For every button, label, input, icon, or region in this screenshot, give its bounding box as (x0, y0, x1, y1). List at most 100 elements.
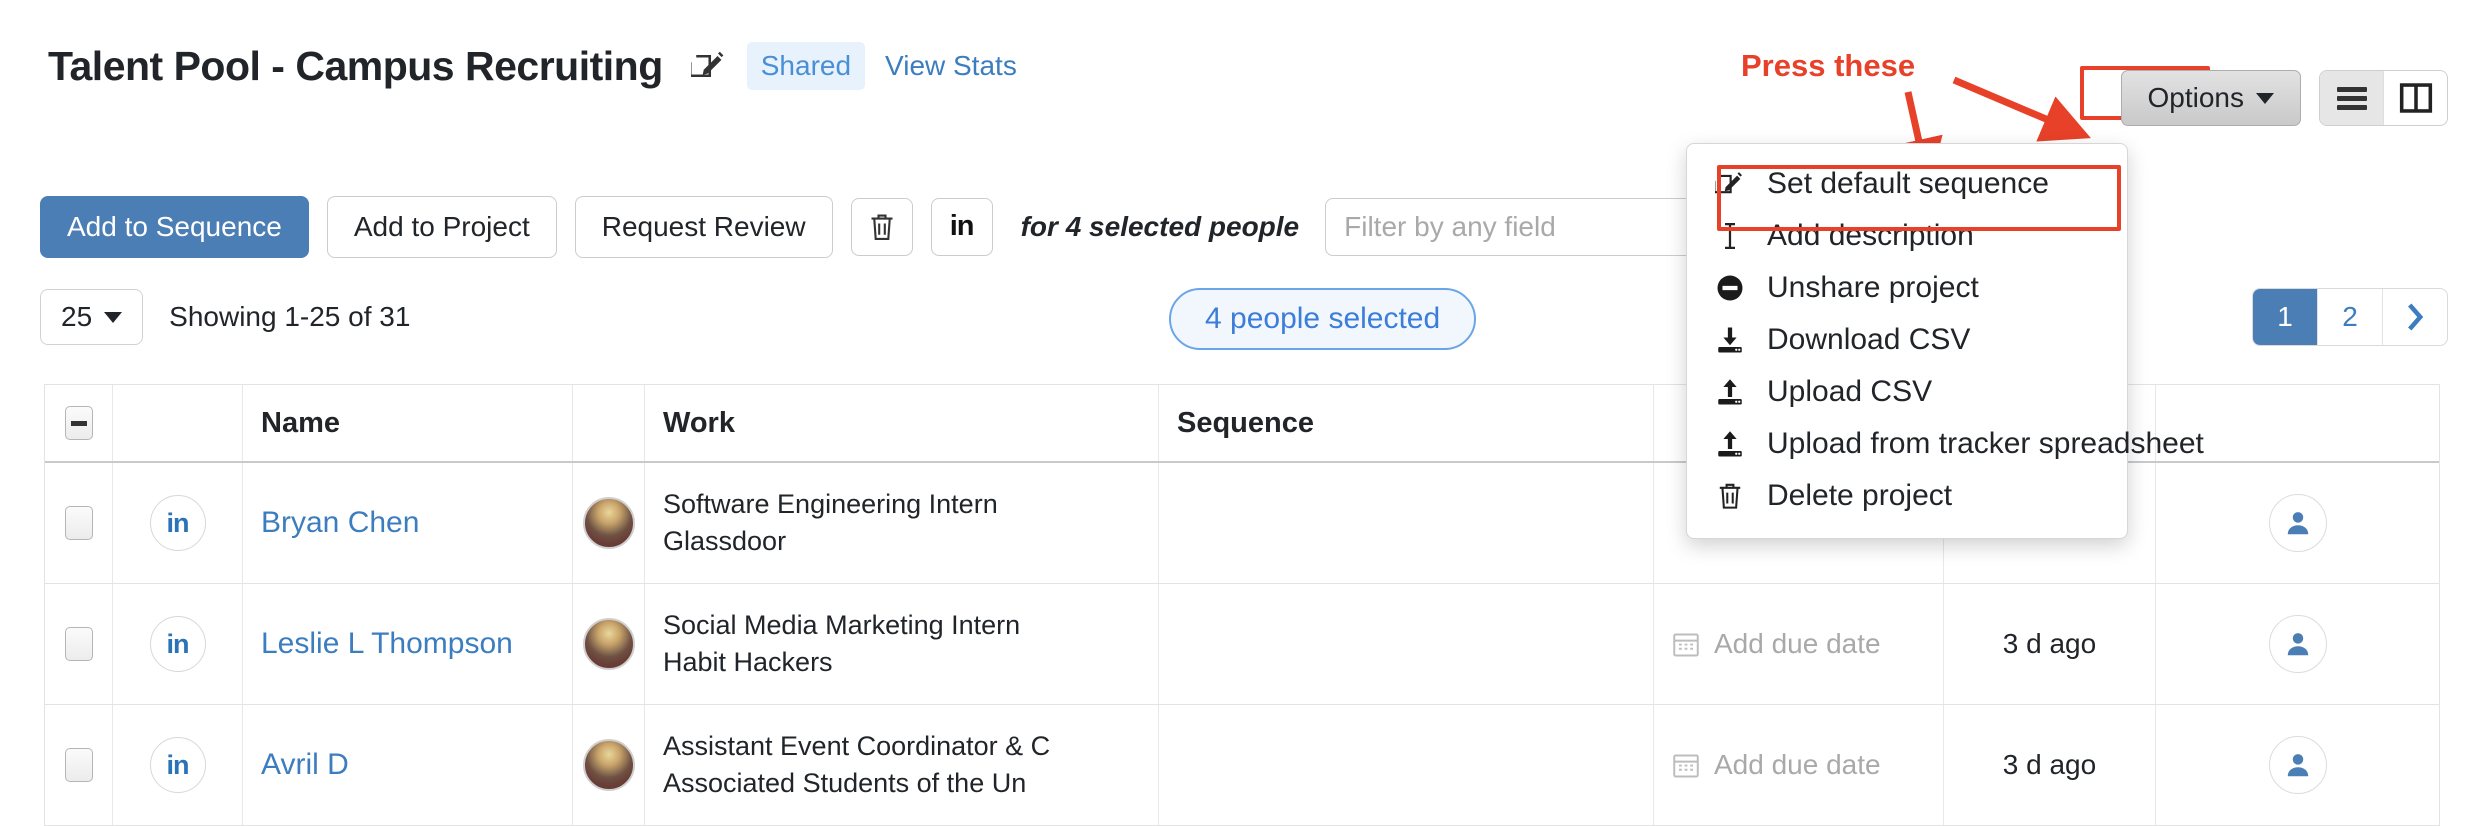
person-name-link[interactable]: Avril D (261, 748, 349, 782)
menu-item-label: Download CSV (1767, 323, 1971, 356)
linkedin-icon: in (949, 210, 975, 243)
person-name-link[interactable]: Bryan Chen (261, 506, 419, 540)
menu-item-label: Delete project (1767, 479, 1953, 512)
row-work-cell: Social Media Marketing Intern Habit Hack… (645, 584, 1159, 704)
select-all-cell[interactable] (45, 385, 113, 461)
options-dropdown-menu: Set default sequence Add description Uns… (1686, 143, 2204, 539)
text-cursor-icon (1713, 221, 1747, 251)
row-linkedin-cell[interactable]: in (113, 705, 243, 825)
linkedin-icon[interactable]: in (149, 495, 206, 551)
linkedin-icon[interactable]: in (149, 737, 206, 793)
chevron-down-icon (2256, 92, 2274, 104)
menu-item-label: Add description (1767, 219, 1974, 252)
calendar-icon (1673, 633, 1699, 657)
row-when-cell: 3 d ago (1944, 705, 2156, 825)
pagination-next-button[interactable] (2382, 289, 2447, 345)
upload-icon (1713, 429, 1747, 459)
per-page-select[interactable]: 25 (40, 289, 144, 345)
menu-item-upload-from-tracker-spreadsheet[interactable]: Upload from tracker spreadsheet (1687, 418, 2204, 470)
row-select-cell[interactable] (45, 463, 113, 583)
work-title: Assistant Event Coordinator & C (663, 731, 1051, 761)
row-linkedin-cell[interactable]: in (113, 463, 243, 583)
select-all-checkbox[interactable] (64, 406, 93, 440)
row-name-cell[interactable]: Avril D (243, 705, 573, 825)
add-to-sequence-button[interactable]: Add to Sequence (40, 196, 309, 258)
work-title: Software Engineering Intern (663, 489, 998, 519)
top-right-controls: Options (2120, 70, 2448, 126)
header-work[interactable]: Work (645, 385, 1159, 461)
table-controls-row: 25 Showing 1-25 of 31 (40, 289, 410, 345)
user-avatar-icon[interactable] (2268, 736, 2327, 794)
row-linkedin-cell[interactable]: in (113, 584, 243, 704)
row-owner-cell[interactable] (2156, 463, 2439, 583)
menu-item-add-description[interactable]: Add description (1687, 210, 2127, 262)
row-name-cell[interactable]: Bryan Chen (243, 463, 573, 583)
add-to-project-button[interactable]: Add to Project (326, 196, 557, 258)
menu-item-label: Unshare project (1767, 271, 1979, 304)
header-linkedin-cell (113, 385, 243, 461)
pencil-square-icon (1713, 169, 1747, 199)
trash-icon (1713, 481, 1747, 511)
row-select-cell[interactable] (45, 705, 113, 825)
last-activity: 3 d ago (2002, 628, 2097, 659)
user-avatar-icon[interactable] (2268, 494, 2327, 552)
header-name[interactable]: Name (243, 385, 573, 461)
split-view-button[interactable] (2383, 71, 2447, 125)
row-owner-cell[interactable] (2156, 584, 2439, 704)
user-avatar-icon[interactable] (2268, 615, 2327, 673)
download-icon (1713, 325, 1747, 355)
trash-icon (871, 214, 893, 240)
menu-item-upload-csv[interactable]: Upload CSV (1687, 366, 2127, 418)
row-sequence-cell[interactable] (1159, 584, 1654, 704)
row-when-cell: 3 d ago (1944, 584, 2156, 704)
pagination-page-2[interactable]: 2 (2317, 289, 2382, 345)
menu-item-unshare-project[interactable]: Unshare project (1687, 262, 2127, 314)
pagination-page-1[interactable]: 1 (2253, 289, 2317, 345)
work-company: Glassdoor (663, 526, 787, 556)
table-row[interactable]: in Avril D Assistant Event Coordinator &… (45, 705, 2439, 826)
row-owner-cell[interactable] (2156, 705, 2439, 825)
request-review-button[interactable]: Request Review (574, 196, 833, 258)
options-button[interactable]: Options (2120, 70, 2301, 126)
list-view-button[interactable] (2320, 71, 2383, 125)
linkedin-icon[interactable]: in (149, 616, 206, 672)
row-name-cell[interactable]: Leslie L Thompson (243, 584, 573, 704)
delete-selected-button[interactable] (850, 197, 913, 256)
row-sequence-cell[interactable] (1159, 705, 1654, 825)
avatar (582, 618, 635, 670)
view-stats-link[interactable]: View Stats (885, 50, 1017, 82)
row-due-cell[interactable]: Add due date (1654, 705, 1944, 825)
header-avatar-cell (573, 385, 645, 461)
menu-item-set-default-sequence[interactable]: Set default sequence (1687, 158, 2127, 210)
menu-item-delete-project[interactable]: Delete project (1687, 470, 2127, 522)
add-due-date-label: Add due date (1714, 628, 1881, 659)
row-checkbox[interactable] (64, 748, 93, 782)
row-work-cell: Software Engineering Intern Glassdoor (645, 463, 1159, 583)
row-checkbox[interactable] (64, 506, 93, 540)
header-sequence[interactable]: Sequence (1159, 385, 1654, 461)
work-company: Habit Hackers (663, 647, 833, 677)
chevron-down-icon (104, 311, 123, 323)
row-avatar-cell (573, 705, 645, 825)
edit-title-icon[interactable] (689, 46, 729, 86)
menu-item-download-csv[interactable]: Download CSV (1687, 314, 2127, 366)
page-header: Talent Pool - Campus Recruiting Shared V… (48, 42, 1017, 90)
linkedin-button[interactable]: in (930, 197, 993, 256)
per-page-value: 25 (61, 301, 93, 332)
person-name-link[interactable]: Leslie L Thompson (261, 627, 513, 661)
table-row[interactable]: in Leslie L Thompson Social Media Market… (45, 584, 2439, 705)
upload-icon (1713, 377, 1747, 407)
row-avatar-cell (573, 463, 645, 583)
selected-count-pill[interactable]: 4 people selected (1169, 288, 1477, 350)
row-select-cell[interactable] (45, 584, 113, 704)
action-toolbar: Add to Sequence Add to Project Request R… (40, 196, 1946, 258)
options-button-label: Options (2147, 82, 2245, 113)
row-checkbox[interactable] (64, 627, 93, 661)
menu-item-label: Set default sequence (1767, 167, 2049, 200)
shared-badge[interactable]: Shared (746, 42, 866, 90)
row-sequence-cell[interactable] (1159, 463, 1654, 583)
page-title: Talent Pool - Campus Recruiting (48, 42, 663, 89)
split-view-icon (2399, 83, 2432, 113)
for-selected-label: for 4 selected people (1020, 210, 1300, 242)
row-due-cell[interactable]: Add due date (1654, 584, 1944, 704)
